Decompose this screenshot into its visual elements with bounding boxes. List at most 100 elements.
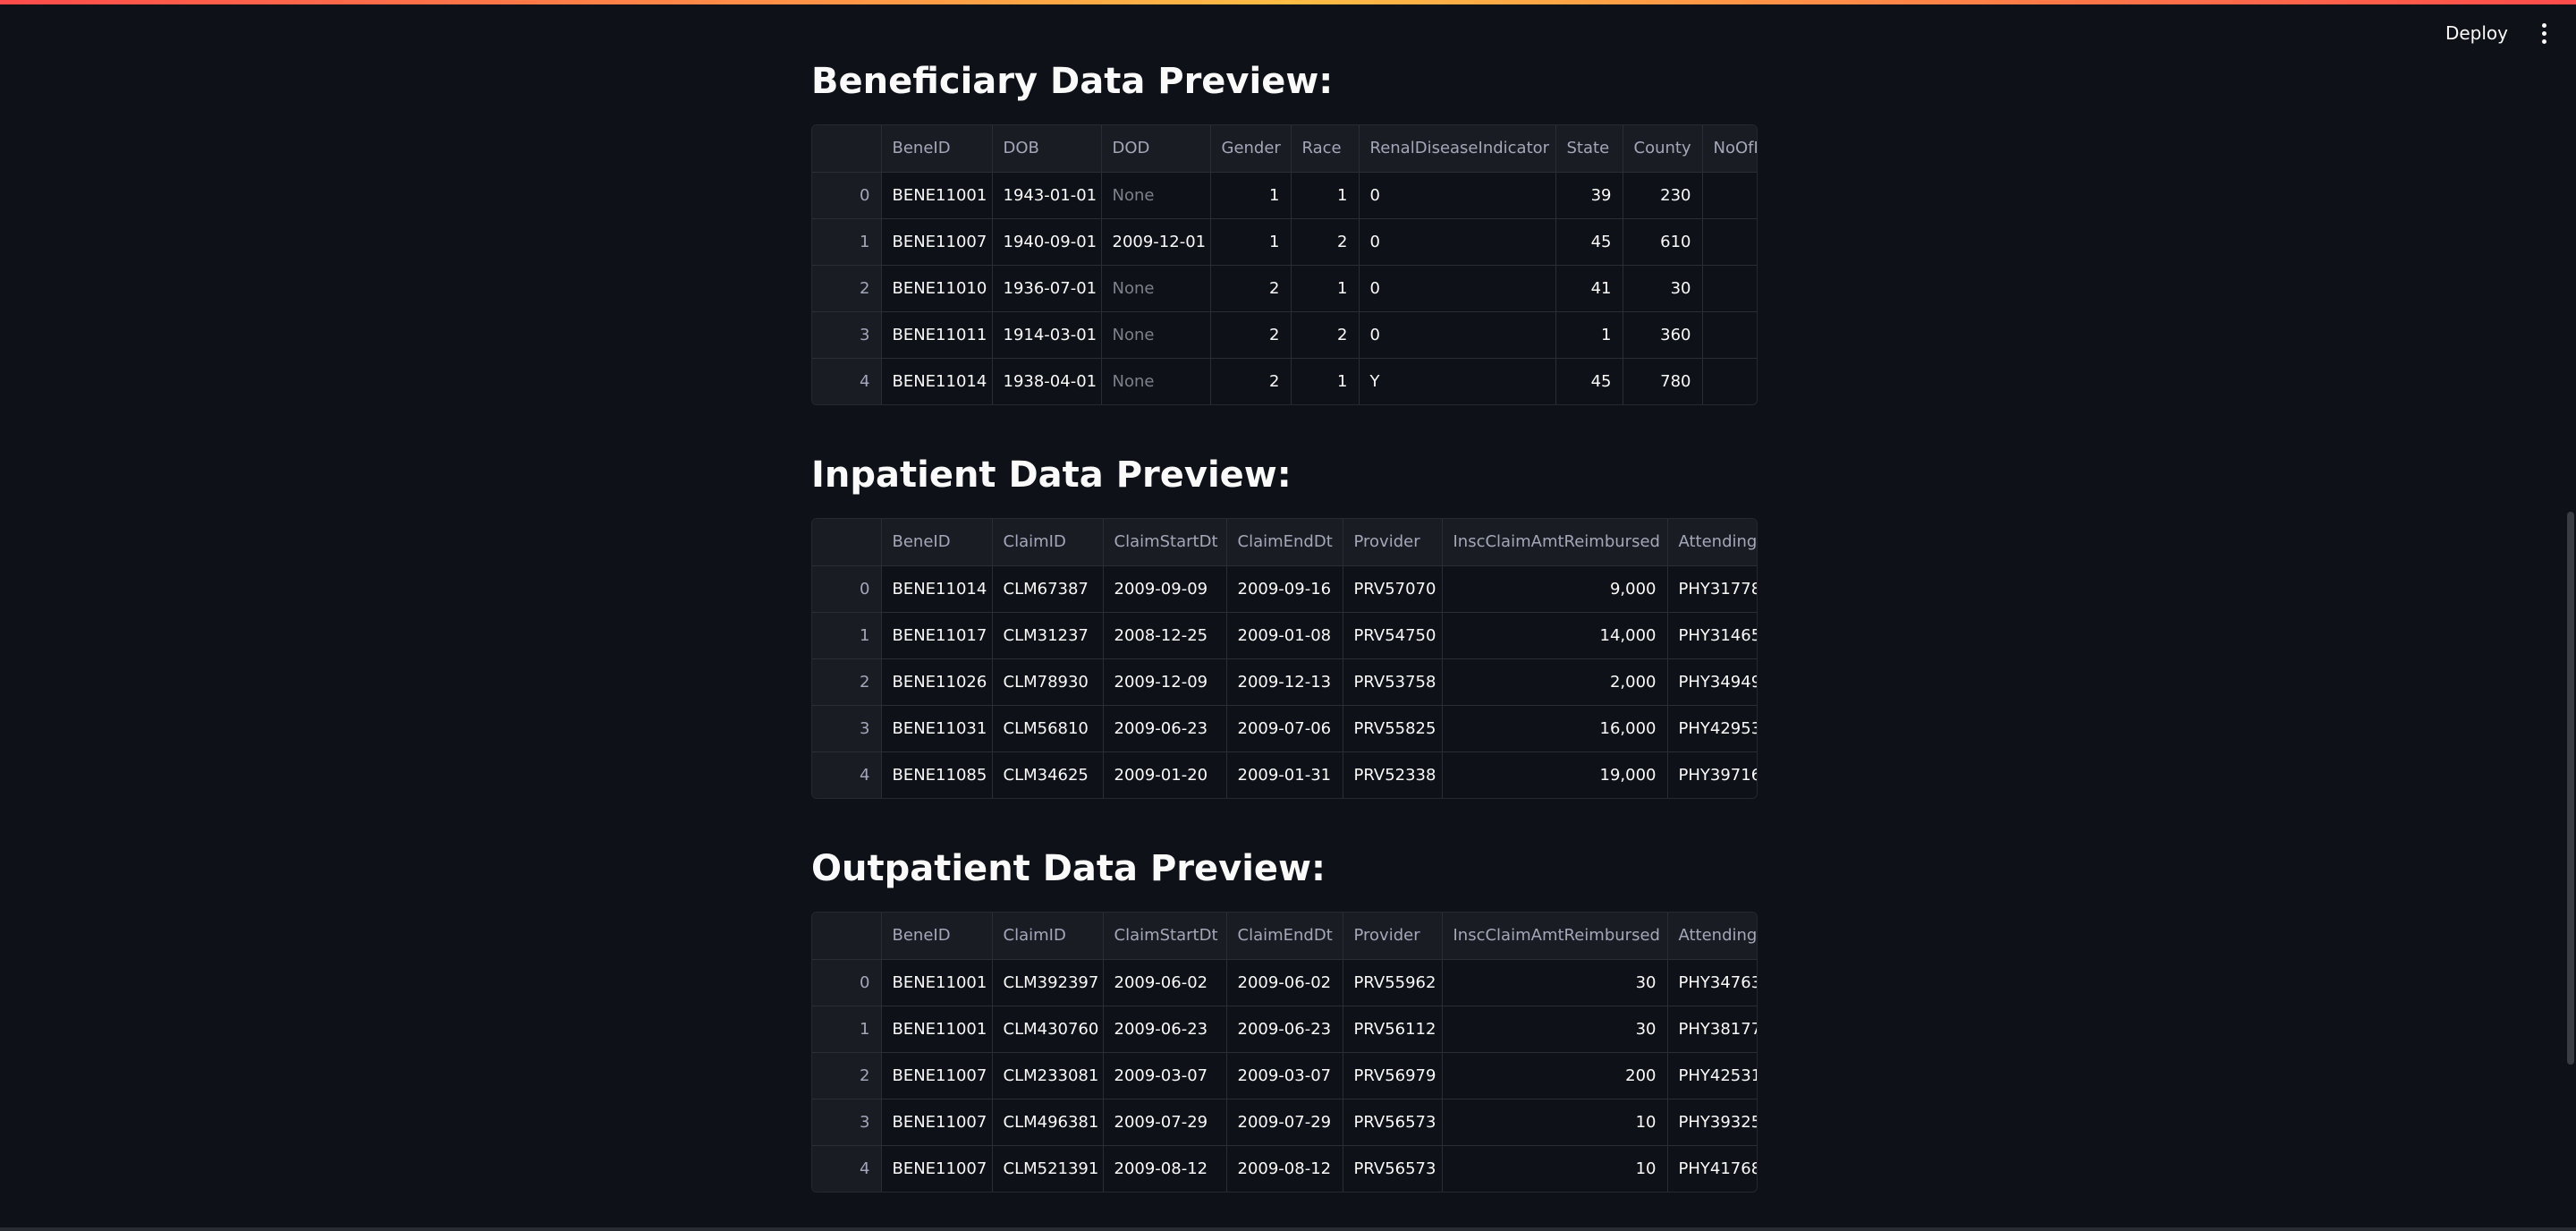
table-cell[interactable]: 2009-12-09: [1103, 658, 1227, 706]
table-cell[interactable]: PHY39325: [1667, 1099, 1757, 1146]
table-cell[interactable]: 2009-08-12: [1226, 1145, 1343, 1192]
table-cell[interactable]: 2009-08-12: [1103, 1145, 1227, 1192]
column-header[interactable]: BeneID: [881, 125, 993, 173]
table-cell[interactable]: 2008-12-25: [1103, 612, 1227, 659]
table-cell[interactable]: CLM67387: [992, 565, 1104, 613]
index-header[interactable]: [812, 125, 882, 173]
table-cell[interactable]: PHY349495: [1667, 658, 1757, 706]
table-cell[interactable]: PHY42531: [1667, 1052, 1757, 1099]
table-cell[interactable]: 1: [1291, 358, 1360, 404]
table-cell[interactable]: None: [1101, 172, 1211, 219]
table-cell[interactable]: 14,000: [1442, 612, 1668, 659]
table-cell[interactable]: 2009-06-23: [1226, 1006, 1343, 1053]
table-cell[interactable]: BENE11085: [881, 751, 993, 798]
table-cell[interactable]: 2009-09-16: [1226, 565, 1343, 613]
table-cell[interactable]: PRV53758: [1343, 658, 1443, 706]
row-index[interactable]: 3: [812, 311, 882, 359]
column-header[interactable]: Provider: [1343, 913, 1443, 960]
table-cell[interactable]: CLM233081: [992, 1052, 1104, 1099]
row-index[interactable]: 0: [812, 172, 882, 219]
column-header[interactable]: BeneID: [881, 519, 993, 566]
table-cell[interactable]: BENE11014: [881, 358, 993, 404]
page-scrollbar[interactable]: [2567, 512, 2574, 1065]
table-cell[interactable]: 2,000: [1442, 658, 1668, 706]
table-cell[interactable]: 2009-07-06: [1226, 705, 1343, 752]
column-header[interactable]: Gender: [1210, 125, 1292, 173]
table-cell[interactable]: PRV56979: [1343, 1052, 1443, 1099]
table-cell[interactable]: 45: [1555, 218, 1623, 266]
table-cell[interactable]: 1936-07-01: [992, 265, 1102, 312]
table-cell[interactable]: 1: [1210, 172, 1292, 219]
table-cell[interactable]: 2: [1210, 311, 1292, 359]
column-header[interactable]: NoOfM: [1702, 125, 1757, 173]
table-cell[interactable]: BENE11001: [881, 172, 993, 219]
table-cell[interactable]: [1702, 265, 1757, 312]
table-cell[interactable]: 1: [1210, 218, 1292, 266]
row-index[interactable]: 1: [812, 1006, 882, 1053]
table-cell[interactable]: BENE11007: [881, 1099, 993, 1146]
table-cell[interactable]: 0: [1359, 172, 1556, 219]
column-header[interactable]: Race: [1291, 125, 1360, 173]
table-cell[interactable]: 1: [1291, 172, 1360, 219]
table-cell[interactable]: 1: [1291, 265, 1360, 312]
table-cell[interactable]: BENE11007: [881, 218, 993, 266]
table-cell[interactable]: 230: [1623, 172, 1703, 219]
table-cell[interactable]: 16,000: [1442, 705, 1668, 752]
row-index[interactable]: 3: [812, 1099, 882, 1146]
column-header[interactable]: DOB: [992, 125, 1102, 173]
table-cell[interactable]: PHY397161: [1667, 751, 1757, 798]
table-cell[interactable]: 2009-06-02: [1103, 959, 1227, 1006]
table-cell[interactable]: PRV55962: [1343, 959, 1443, 1006]
table-cell[interactable]: PHY38177: [1667, 1006, 1757, 1053]
row-index[interactable]: 4: [812, 358, 882, 404]
table-cell[interactable]: None: [1101, 311, 1211, 359]
table-cell[interactable]: 10: [1442, 1145, 1668, 1192]
table-cell[interactable]: CLM521391: [992, 1145, 1104, 1192]
table-cell[interactable]: CLM34625: [992, 751, 1104, 798]
table-cell[interactable]: 1: [1555, 311, 1623, 359]
table-cell[interactable]: 45: [1555, 358, 1623, 404]
table-cell[interactable]: 2009-06-02: [1226, 959, 1343, 1006]
table-cell[interactable]: None: [1101, 265, 1211, 312]
index-header[interactable]: [812, 519, 882, 566]
table-cell[interactable]: 30: [1442, 959, 1668, 1006]
table-cell[interactable]: None: [1101, 358, 1211, 404]
column-header[interactable]: ClaimID: [992, 519, 1104, 566]
row-index[interactable]: 1: [812, 612, 882, 659]
table-cell[interactable]: 41: [1555, 265, 1623, 312]
table-cell[interactable]: Y: [1359, 358, 1556, 404]
row-index[interactable]: 4: [812, 1145, 882, 1192]
row-index[interactable]: 4: [812, 751, 882, 798]
table-cell[interactable]: 2: [1291, 311, 1360, 359]
column-header[interactable]: ClaimEndDt: [1226, 913, 1343, 960]
table-cell[interactable]: 360: [1623, 311, 1703, 359]
table-cell[interactable]: 2009-01-31: [1226, 751, 1343, 798]
table-cell[interactable]: PRV55825: [1343, 705, 1443, 752]
table-cell[interactable]: 2: [1210, 358, 1292, 404]
table-cell[interactable]: [1702, 218, 1757, 266]
column-header[interactable]: ClaimID: [992, 913, 1104, 960]
table-cell[interactable]: CLM31237: [992, 612, 1104, 659]
table-cell[interactable]: 2: [1291, 218, 1360, 266]
table-cell[interactable]: BENE11010: [881, 265, 993, 312]
table-cell[interactable]: PRV56573: [1343, 1099, 1443, 1146]
table-cell[interactable]: 2009-01-08: [1226, 612, 1343, 659]
table-cell[interactable]: BENE11031: [881, 705, 993, 752]
table-cell[interactable]: CLM78930: [992, 658, 1104, 706]
row-index[interactable]: 3: [812, 705, 882, 752]
table-cell[interactable]: CLM430760: [992, 1006, 1104, 1053]
column-header[interactable]: State: [1555, 125, 1623, 173]
inpatient-table[interactable]: BeneID ClaimID ClaimStartDt ClaimEndDt Provi…: [811, 518, 1758, 799]
table-cell[interactable]: 2009-07-29: [1226, 1099, 1343, 1146]
table-cell[interactable]: CLM56810: [992, 705, 1104, 752]
table-cell[interactable]: BENE11026: [881, 658, 993, 706]
row-index[interactable]: 0: [812, 959, 882, 1006]
table-cell[interactable]: 1943-01-01: [992, 172, 1102, 219]
table-cell[interactable]: 610: [1623, 218, 1703, 266]
column-header[interactable]: ClaimStartDt: [1103, 519, 1227, 566]
table-cell[interactable]: 10: [1442, 1099, 1668, 1146]
table-cell[interactable]: PHY41768: [1667, 1145, 1757, 1192]
row-index[interactable]: 1: [812, 218, 882, 266]
table-cell[interactable]: CLM392397: [992, 959, 1104, 1006]
column-header[interactable]: InscClaimAmtReimbursed: [1442, 519, 1668, 566]
